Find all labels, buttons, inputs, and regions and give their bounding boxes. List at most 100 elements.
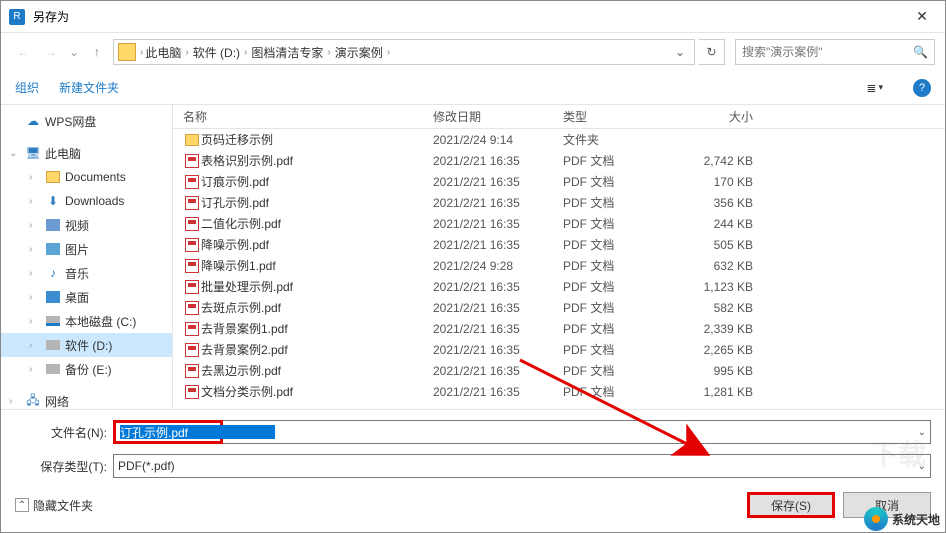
- pdf-icon: [183, 301, 201, 315]
- column-headers[interactable]: 名称 修改日期 类型 大小: [173, 105, 945, 129]
- file-row[interactable]: 页码迁移示例2021/2/24 9:14文件夹: [173, 129, 945, 150]
- toolbar: 组织 新建文件夹 ≣▾ ?: [1, 71, 945, 105]
- file-date: 2021/2/21 16:35: [433, 217, 563, 231]
- file-type: 文件夹: [563, 131, 673, 148]
- organize-menu[interactable]: 组织: [15, 79, 39, 96]
- hide-folders-button[interactable]: ⌃ 隐藏文件夹: [15, 497, 93, 514]
- breadcrumb-item[interactable]: 图档清洁专家›: [249, 44, 332, 61]
- file-name: 订孔示例.pdf: [201, 194, 433, 211]
- file-name: 降噪示例1.pdf: [201, 257, 433, 274]
- folder-icon: [118, 43, 136, 61]
- file-name: 去背景案例2.pdf: [201, 341, 433, 358]
- file-type: PDF 文档: [563, 362, 673, 379]
- tree-d-drive[interactable]: ›软件 (D:): [1, 333, 172, 357]
- file-type: PDF 文档: [563, 215, 673, 232]
- up-button[interactable]: ↑: [85, 40, 109, 64]
- col-date[interactable]: 修改日期: [433, 108, 563, 125]
- tree-c-drive[interactable]: ›本地磁盘 (C:): [1, 309, 172, 333]
- tree-pictures[interactable]: ›图片: [1, 237, 172, 261]
- file-size: 632 KB: [673, 259, 773, 273]
- folder-icon: [183, 134, 201, 146]
- history-dropdown[interactable]: ⌄: [67, 45, 81, 59]
- file-row[interactable]: 降噪示例1.pdf2021/2/24 9:28PDF 文档632 KB: [173, 255, 945, 276]
- tree-wps[interactable]: ☁WPS网盘: [1, 109, 172, 133]
- breadcrumb-item[interactable]: 演示案例›: [333, 44, 392, 61]
- file-row[interactable]: 文档分类示例.pdf2021/2/21 16:35PDF 文档1,281 KB: [173, 381, 945, 402]
- file-pane: 名称 修改日期 类型 大小 页码迁移示例2021/2/24 9:14文件夹表格识…: [173, 105, 945, 409]
- tree-videos[interactable]: ›视频: [1, 213, 172, 237]
- save-as-dialog: R 另存为 ✕ ← → ⌄ ↑ › 此电脑› 软件 (D:)› 图档清洁专家› …: [0, 0, 946, 533]
- file-size: 356 KB: [673, 196, 773, 210]
- window-title: 另存为: [33, 8, 899, 25]
- tree-e-drive[interactable]: ›备份 (E:): [1, 357, 172, 381]
- file-type: PDF 文档: [563, 383, 673, 400]
- filename-label: 文件名(N):: [15, 424, 113, 441]
- file-list[interactable]: 页码迁移示例2021/2/24 9:14文件夹表格识别示例.pdf2021/2/…: [173, 129, 945, 409]
- file-row[interactable]: 去黑边示例.pdf2021/2/21 16:35PDF 文档995 KB: [173, 360, 945, 381]
- filename-field-ext[interactable]: ⌄: [223, 420, 931, 444]
- pdf-icon: [183, 175, 201, 189]
- file-name: 批量处理示例.pdf: [201, 278, 433, 295]
- file-row[interactable]: 去背景案例2.pdf2021/2/21 16:35PDF 文档2,265 KB: [173, 339, 945, 360]
- file-name: 去黑边示例.pdf: [201, 362, 433, 379]
- help-button[interactable]: ?: [913, 79, 931, 97]
- pdf-icon: [183, 364, 201, 378]
- file-size: 244 KB: [673, 217, 773, 231]
- file-size: 1,123 KB: [673, 280, 773, 294]
- breadcrumb-item[interactable]: 此电脑›: [143, 44, 190, 61]
- type-select[interactable]: PDF(*.pdf) ⌄: [113, 454, 931, 478]
- tree-downloads[interactable]: ›⬇Downloads: [1, 189, 172, 213]
- file-date: 2021/2/21 16:35: [433, 280, 563, 294]
- filename-field[interactable]: [113, 420, 223, 444]
- col-name[interactable]: 名称: [183, 108, 433, 125]
- search-icon[interactable]: 🔍: [913, 45, 928, 59]
- view-button[interactable]: ≣▾: [866, 81, 883, 95]
- file-row[interactable]: 去背景案例1.pdf2021/2/21 16:35PDF 文档2,339 KB: [173, 318, 945, 339]
- file-type: PDF 文档: [563, 299, 673, 316]
- file-type: PDF 文档: [563, 236, 673, 253]
- file-type: PDF 文档: [563, 173, 673, 190]
- file-size: 2,339 KB: [673, 322, 773, 336]
- app-icon: R: [9, 9, 25, 25]
- file-row[interactable]: 二值化示例.pdf2021/2/21 16:35PDF 文档244 KB: [173, 213, 945, 234]
- col-type[interactable]: 类型: [563, 108, 673, 125]
- save-button[interactable]: 保存(S): [747, 492, 835, 518]
- tree-pc[interactable]: ⌄🖥此电脑: [1, 141, 172, 165]
- file-name: 订痕示例.pdf: [201, 173, 433, 190]
- breadcrumb-dropdown[interactable]: ⌄: [670, 45, 690, 59]
- file-date: 2021/2/21 16:35: [433, 364, 563, 378]
- file-row[interactable]: 批量处理示例.pdf2021/2/21 16:35PDF 文档1,123 KB: [173, 276, 945, 297]
- tree-desktop[interactable]: ›桌面: [1, 285, 172, 309]
- tree-documents[interactable]: ›Documents: [1, 165, 172, 189]
- pdf-icon: [183, 217, 201, 231]
- col-size[interactable]: 大小: [673, 108, 773, 125]
- chevron-down-icon[interactable]: ⌄: [918, 427, 926, 438]
- breadcrumb-item[interactable]: 软件 (D:)›: [191, 44, 250, 61]
- file-size: 1,281 KB: [673, 385, 773, 399]
- nav-row: ← → ⌄ ↑ › 此电脑› 软件 (D:)› 图档清洁专家› 演示案例› ⌄ …: [1, 33, 945, 71]
- search-box[interactable]: 🔍: [735, 39, 935, 65]
- file-type: PDF 文档: [563, 194, 673, 211]
- file-date: 2021/2/21 16:35: [433, 154, 563, 168]
- tree-network[interactable]: ›🖧网络: [1, 389, 172, 409]
- forward-button[interactable]: →: [39, 40, 63, 64]
- close-button[interactable]: ✕: [899, 1, 945, 33]
- nav-tree[interactable]: ☁WPS网盘 ⌄🖥此电脑 ›Documents ›⬇Downloads ›视频 …: [1, 105, 173, 409]
- file-size: 2,742 KB: [673, 154, 773, 168]
- refresh-button[interactable]: ↻: [699, 39, 725, 65]
- titlebar: R 另存为 ✕: [1, 1, 945, 33]
- file-row[interactable]: 降噪示例.pdf2021/2/21 16:35PDF 文档505 KB: [173, 234, 945, 255]
- file-name: 去背景案例1.pdf: [201, 320, 433, 337]
- file-row[interactable]: 表格识别示例.pdf2021/2/21 16:35PDF 文档2,742 KB: [173, 150, 945, 171]
- back-button[interactable]: ←: [11, 40, 35, 64]
- file-row[interactable]: 订痕示例.pdf2021/2/21 16:35PDF 文档170 KB: [173, 171, 945, 192]
- chevron-down-icon[interactable]: ⌄: [918, 461, 926, 472]
- new-folder-button[interactable]: 新建文件夹: [59, 79, 119, 96]
- tree-music[interactable]: ›♪音乐: [1, 261, 172, 285]
- pdf-icon: [183, 322, 201, 336]
- file-row[interactable]: 去斑点示例.pdf2021/2/21 16:35PDF 文档582 KB: [173, 297, 945, 318]
- file-type: PDF 文档: [563, 257, 673, 274]
- breadcrumb[interactable]: › 此电脑› 软件 (D:)› 图档清洁专家› 演示案例› ⌄: [113, 39, 695, 65]
- search-input[interactable]: [742, 45, 913, 59]
- file-row[interactable]: 订孔示例.pdf2021/2/21 16:35PDF 文档356 KB: [173, 192, 945, 213]
